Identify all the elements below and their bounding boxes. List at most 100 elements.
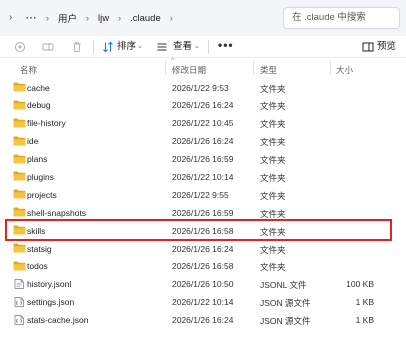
- file-name: plans: [27, 154, 48, 165]
- folder-icon: [13, 118, 26, 128]
- file-name: statsig: [27, 243, 52, 254]
- file-date: 2026/1/26 16:59: [172, 154, 234, 165]
- file-type: 文件夹: [260, 172, 286, 183]
- folder-icon: [13, 207, 26, 217]
- file-size: 1 KB: [355, 297, 374, 308]
- folder-icon: [13, 100, 26, 110]
- file-date: 2026/1/22 10:45: [172, 118, 234, 129]
- chevron-right-icon: ›: [118, 13, 122, 23]
- expand-chevron-icon[interactable]: ›: [9, 12, 19, 24]
- folder-icon: [13, 261, 26, 271]
- file-icon: [14, 278, 24, 289]
- breadcrumb-overflow[interactable]: ···: [26, 13, 37, 24]
- file-name: history.jsonl: [27, 279, 72, 290]
- file-date: 2026/1/26 16:59: [172, 207, 234, 218]
- file-name: projects: [27, 189, 57, 200]
- file-row[interactable]: todos 2026/1/26 16:58 文件夹: [0, 257, 406, 275]
- file-type: JSONL 文件: [260, 280, 307, 291]
- address-bar: › ··· › 用户 › ljw › .claude › 在 .claude 中…: [0, 0, 406, 36]
- file-type: 文件夹: [260, 137, 286, 148]
- chevron-right-icon[interactable]: ›: [170, 13, 173, 23]
- file-row[interactable]: statsig 2026/1/26 16:24 文件夹: [0, 239, 406, 257]
- folder-icon: [13, 136, 26, 146]
- folder-icon: [13, 189, 26, 199]
- file-type: 文件夹: [260, 190, 286, 201]
- file-date: 2026/1/26 16:24: [172, 315, 234, 326]
- file-row[interactable]: stats-cache.json 2026/1/26 16:24 JSON 源文件 1…: [0, 311, 406, 329]
- column-divider[interactable]: [330, 61, 331, 75]
- file-name: settings.json: [27, 297, 75, 308]
- file-name: shell-snapshots: [27, 207, 87, 218]
- file-row[interactable]: debug 2026/1/26 16:24 文件夹: [0, 96, 406, 114]
- folder-icon: [13, 171, 26, 181]
- file-type: 文件夹: [260, 119, 286, 130]
- column-divider[interactable]: [253, 61, 254, 75]
- file-date: 2026/1/26 16:24: [172, 100, 234, 111]
- file-type: 文件夹: [260, 155, 286, 166]
- file-type: JSON 源文件: [260, 316, 311, 327]
- folder-icon: [13, 82, 26, 92]
- file-type: 文件夹: [260, 208, 286, 219]
- file-date: 2026/1/26 10:50: [172, 279, 234, 290]
- column-header: 名称 ^ 修改日期 类型 大小: [0, 58, 406, 78]
- file-date: 2026/1/22 9:53: [172, 82, 229, 93]
- file-date: 2026/1/26 16:24: [172, 136, 234, 147]
- chevron-right-icon: ›: [46, 13, 49, 23]
- view-icon[interactable]: [156, 41, 168, 53]
- file-type: 文件夹: [260, 262, 286, 273]
- folder-icon: [13, 243, 26, 253]
- separator: [208, 40, 209, 54]
- file-name: debug: [27, 100, 51, 111]
- file-size: 1 KB: [355, 315, 374, 326]
- sort-icon[interactable]: [102, 41, 114, 53]
- column-header-type[interactable]: 类型: [260, 64, 277, 76]
- file-row[interactable]: projects 2026/1/22 9:55 文件夹: [0, 185, 406, 203]
- json-file-icon: [14, 296, 24, 307]
- column-header-date[interactable]: 修改日期: [172, 64, 206, 76]
- file-name: cache: [27, 82, 50, 93]
- breadcrumb-item-users[interactable]: 用户: [58, 11, 77, 25]
- breadcrumb-item-claude[interactable]: .claude: [130, 13, 161, 24]
- preview-button[interactable]: 预览: [377, 41, 396, 53]
- file-name: stats-cache.json: [27, 315, 89, 326]
- separator: [93, 40, 94, 54]
- chevron-right-icon: ›: [86, 13, 90, 23]
- file-type: 文件夹: [260, 244, 286, 255]
- file-row[interactable]: file-history 2026/1/22 10:45 文件夹: [0, 114, 406, 132]
- file-row[interactable]: ide 2026/1/26 16:24 文件夹: [0, 132, 406, 150]
- file-date: 2026/1/26 16:24: [172, 243, 234, 254]
- file-row[interactable]: history.jsonl 2026/1/26 10:50 JSONL 文件 100 …: [0, 275, 406, 293]
- column-header-size[interactable]: 大小: [336, 64, 353, 76]
- file-row[interactable]: plugins 2026/1/22 10:14 文件夹: [0, 167, 406, 185]
- chevron-down-icon[interactable]: ⌄: [194, 41, 200, 53]
- view-button[interactable]: 查看: [173, 41, 192, 53]
- share-icon[interactable]: [14, 41, 26, 53]
- file-type: 文件夹: [260, 83, 286, 94]
- breadcrumb-item-ljw[interactable]: ljw: [98, 13, 109, 24]
- chevron-down-icon[interactable]: ⌄: [137, 41, 143, 53]
- file-row[interactable]: settings.json 2026/1/22 10:14 JSON 源文件 1 KB: [0, 293, 406, 311]
- folder-icon: [13, 154, 26, 164]
- column-header-name[interactable]: 名称: [20, 64, 37, 76]
- sort-button[interactable]: 排序: [117, 41, 136, 53]
- file-name: plugins: [27, 171, 54, 182]
- preview-pane-icon[interactable]: [362, 41, 374, 53]
- file-size: 100 KB: [346, 279, 374, 290]
- file-date: 2026/1/26 16:58: [172, 261, 234, 272]
- more-options-button[interactable]: •••: [218, 39, 234, 51]
- rename-icon[interactable]: [42, 41, 54, 53]
- file-name: file-history: [27, 118, 66, 129]
- breadcrumb[interactable]: ··· › 用户 › ljw › .claude ›: [22, 7, 275, 29]
- command-bar: 排序 ⌄ 查看 ⌄ ••• 预览: [0, 36, 406, 58]
- json-file-icon: [14, 314, 24, 325]
- delete-icon[interactable]: [71, 41, 83, 53]
- file-type: JSON 源文件: [260, 298, 311, 309]
- search-input[interactable]: 在 .claude 中搜索: [283, 7, 400, 29]
- file-date: 2026/1/22 10:14: [172, 297, 234, 308]
- column-divider[interactable]: [165, 61, 166, 75]
- file-type: 文件夹: [260, 101, 286, 112]
- highlight-box: [5, 219, 392, 241]
- file-row[interactable]: cache 2026/1/22 9:53 文件夹: [0, 78, 406, 96]
- file-row[interactable]: plans 2026/1/26 16:59 文件夹: [0, 150, 406, 168]
- file-date: 2026/1/22 10:14: [172, 171, 234, 182]
